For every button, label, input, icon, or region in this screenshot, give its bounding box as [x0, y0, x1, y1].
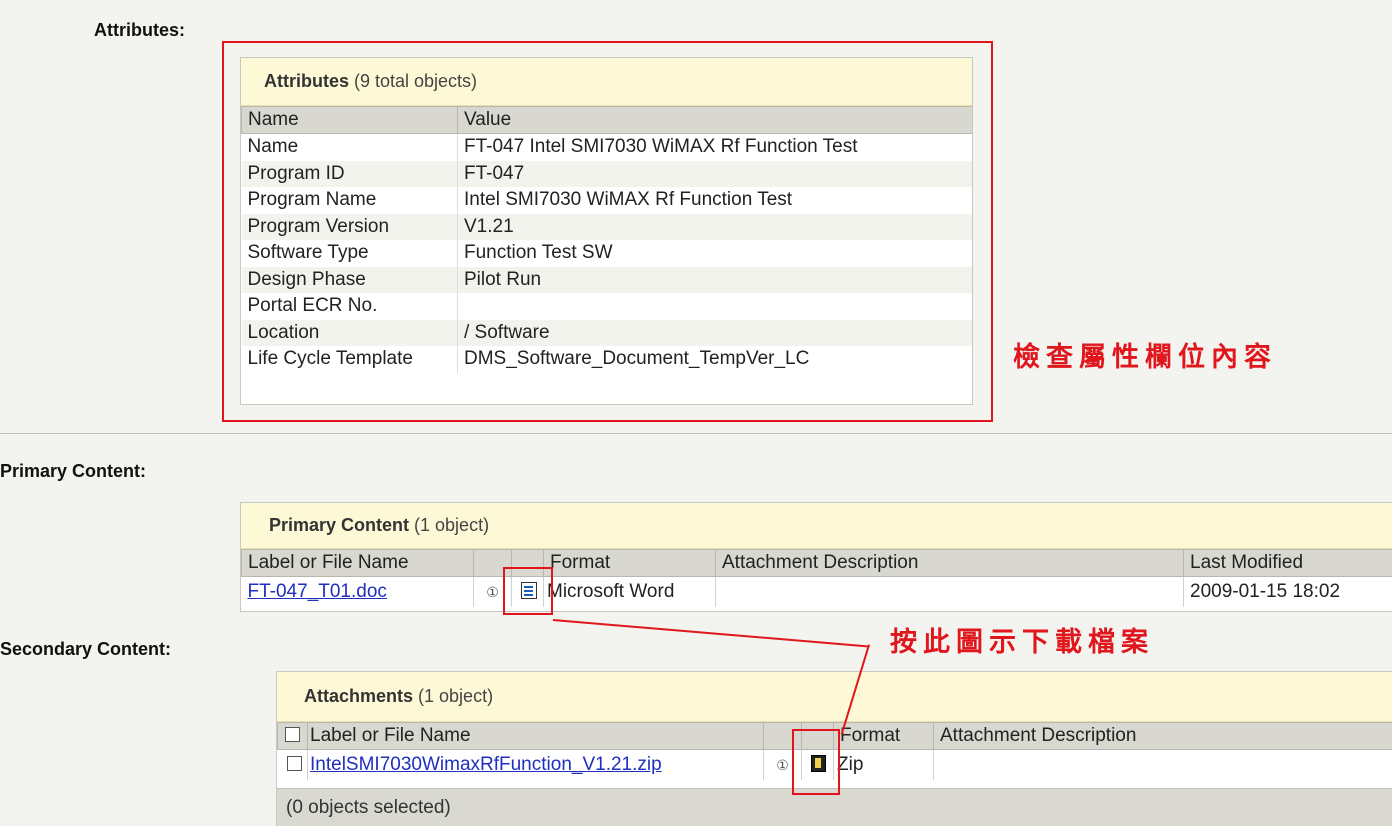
download-icon-annotation: 按此圖示下載檔案 — [890, 620, 1154, 659]
attachment-file-link[interactable]: IntelSMI7030WimaxRfFunction_V1.21.zip — [310, 754, 662, 775]
primary-content-panel-title: Primary Content — [269, 515, 409, 536]
attributes-highlight-box — [222, 41, 993, 422]
column-header-attachment-description[interactable]: Attachment Description — [934, 723, 1392, 750]
column-header-format[interactable]: Format — [544, 550, 716, 577]
primary-content-panel-header: Primary Content (1 object) — [241, 503, 1392, 549]
secondary-content-section-label: Secondary Content: — [0, 639, 171, 660]
column-header-label-or-file-name[interactable]: Label or File Name — [242, 550, 474, 577]
info-icon[interactable]: ① — [776, 757, 789, 773]
attachment-file-format: Zip — [834, 750, 934, 781]
column-header-attachment-description[interactable]: Attachment Description — [716, 550, 1184, 577]
primary-content-table: Label or File Name Format Attachment Des… — [241, 549, 1392, 607]
table-row: FT-047_T01.doc ① Microsoft Word 2009-01-… — [242, 577, 1392, 608]
primary-file-format: Microsoft Word — [544, 577, 716, 608]
annotation-arrow-line — [553, 619, 869, 648]
select-all-checkbox[interactable] — [285, 727, 300, 742]
attachments-panel-title: Attachments — [304, 686, 413, 707]
attachments-panel-count: (1 object) — [418, 686, 493, 707]
attachment-download-highlight-box — [792, 729, 840, 795]
column-header-label-or-file-name[interactable]: Label or File Name — [308, 723, 764, 750]
section-divider — [0, 433, 1392, 434]
primary-file-last-modified: 2009-01-15 18:02 — [1184, 577, 1392, 608]
primary-content-panel-count: (1 object) — [414, 515, 489, 536]
check-attributes-annotation: 檢查屬性欄位內容 — [1013, 335, 1277, 374]
info-icon[interactable]: ① — [486, 584, 499, 600]
column-header-last-modified[interactable]: Last Modified — [1184, 550, 1392, 577]
primary-file-description — [716, 577, 1184, 608]
row-checkbox[interactable] — [287, 756, 302, 771]
primary-content-panel: Primary Content (1 object) Label or File… — [240, 502, 1392, 612]
primary-file-link[interactable]: FT-047_T01.doc — [248, 581, 387, 602]
attachments-panel-header: Attachments (1 object) — [277, 672, 1392, 722]
column-header-format[interactable]: Format — [834, 723, 934, 750]
primary-content-section-label: Primary Content: — [0, 461, 146, 482]
attachment-file-description — [934, 750, 1392, 781]
attributes-section-label: Attributes: — [94, 20, 185, 41]
primary-download-highlight-box — [503, 567, 553, 615]
